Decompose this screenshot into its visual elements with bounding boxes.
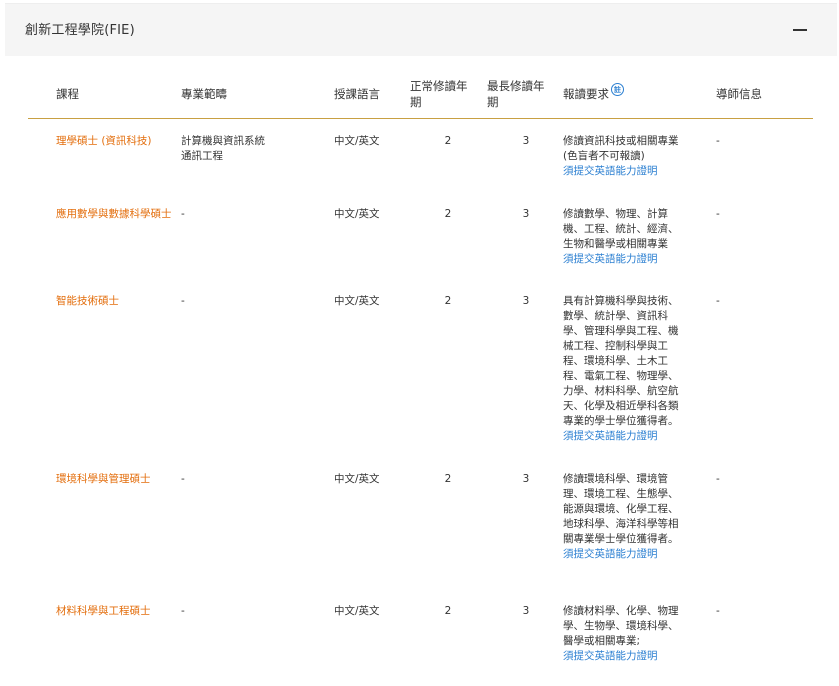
course-link[interactable]: 材料科學與工程碩士 xyxy=(56,604,181,619)
course-link[interactable]: 智能技術碩士 xyxy=(56,294,181,309)
requirements-cell: 具有計算機科學與技術、 數學、統計學、資訊科 學、管理科學與工程、機 械工程、控制科學… xyxy=(563,294,688,444)
requirements-cell: 修讀數學、物理、計算 機、工程、統計、經濟、 生物和醫學或相關專業須提交英語能力證明 xyxy=(563,207,688,267)
language-cell: 中文/英文 xyxy=(334,135,380,147)
english-proof-link[interactable]: 須提交英語能力證明 xyxy=(563,429,688,444)
scope-cell: - xyxy=(181,295,185,307)
english-proof-link[interactable]: 須提交英語能力證明 xyxy=(563,649,688,664)
normal-years-cell: 2 xyxy=(444,295,452,307)
normal-years-cell: 2 xyxy=(444,605,452,617)
requirement-text: 修讀材料學、化學、物理 學、生物學、環境科學、 醫學或相關專業; xyxy=(563,605,679,647)
note-badge-icon[interactable]: 註 xyxy=(611,83,624,96)
language-cell: 中文/英文 xyxy=(334,605,380,617)
english-proof-link[interactable]: 須提交英語能力證明 xyxy=(563,164,688,179)
language-cell: 中文/英文 xyxy=(334,208,380,220)
header-max-years: 最長修讀年期 xyxy=(487,79,545,109)
max-years-cell: 3 xyxy=(522,605,530,617)
requirement-text: 修讀數學、物理、計算 機、工程、統計、經濟、 生物和醫學或相關專業 xyxy=(563,208,679,250)
language-cell: 中文/英文 xyxy=(334,295,380,307)
header-requirements: 報讀要求註 xyxy=(563,83,624,102)
header-requirements-label: 報讀要求 xyxy=(563,87,609,101)
tutor-cell: - xyxy=(716,135,720,147)
scope-cell: - xyxy=(181,473,185,485)
header-tutor: 導師信息 xyxy=(716,87,762,101)
scope-cell: 計算機與資訊系統 通訊工程 xyxy=(181,135,265,162)
faculty-title: 創新工程學院(FIE) xyxy=(25,23,135,38)
english-proof-link[interactable]: 須提交英語能力證明 xyxy=(563,252,688,267)
normal-years-cell: 2 xyxy=(444,473,452,485)
page: 創新工程學院(FIE) 課程 專業範疇 授課語言 正常修讀年期 最長修讀年期 報… xyxy=(0,0,839,686)
header-scope: 專業範疇 xyxy=(181,87,227,101)
requirements-cell: 修讀材料學、化學、物理 學、生物學、環境科學、 醫學或相關專業; 須提交英語能力證明 xyxy=(563,604,688,664)
tutor-cell: - xyxy=(716,473,720,485)
normal-years-cell: 2 xyxy=(444,135,452,147)
max-years-cell: 3 xyxy=(522,208,530,220)
requirements-cell: 修讀環境科學、環境管 理、環境工程、生態學、 能源與環境、化學工程、 地球科學、海洋科… xyxy=(563,472,688,562)
faculty-accordion-header[interactable]: 創新工程學院(FIE) xyxy=(5,3,837,56)
english-proof-link[interactable]: 須提交英語能力證明 xyxy=(563,547,688,562)
tutor-cell: - xyxy=(716,295,720,307)
tutor-cell: - xyxy=(716,605,720,617)
header-language: 授課語言 xyxy=(334,87,380,101)
language-cell: 中文/英文 xyxy=(334,473,380,485)
course-link[interactable]: 理學碩士 (資訊科技) xyxy=(56,134,181,149)
header-normal-years: 正常修讀年期 xyxy=(410,79,468,109)
requirement-text: 修讀資訊科技或相關專業 (色盲者不可報讀) xyxy=(563,135,679,162)
collapse-minus-icon[interactable] xyxy=(793,29,807,31)
max-years-cell: 3 xyxy=(522,473,530,485)
requirement-text: 具有計算機科學與技術、 數學、統計學、資訊科 學、管理科學與工程、機 械工程、控制科學… xyxy=(563,295,679,427)
normal-years-cell: 2 xyxy=(444,208,452,220)
programs-table: 課程 專業範疇 授課語言 正常修讀年期 最長修讀年期 報讀要求註 導師信息 理學… xyxy=(28,70,813,662)
header-course: 課程 xyxy=(56,87,79,101)
max-years-cell: 3 xyxy=(522,135,530,147)
requirements-cell: 修讀資訊科技或相關專業 (色盲者不可報讀) 須提交英語能力證明 xyxy=(563,134,688,179)
max-years-cell: 3 xyxy=(522,295,530,307)
requirement-text: 修讀環境科學、環境管 理、環境工程、生態學、 能源與環境、化學工程、 地球科學、海洋科… xyxy=(563,473,679,545)
course-link[interactable]: 應用數學與數據科學碩士 xyxy=(56,207,181,222)
scope-cell: - xyxy=(181,605,185,617)
scope-cell: - xyxy=(181,208,185,220)
tutor-cell: - xyxy=(716,208,720,220)
table-header: 課程 專業範疇 授課語言 正常修讀年期 最長修讀年期 報讀要求註 導師信息 xyxy=(28,70,813,119)
course-link[interactable]: 環境科學與管理碩士 xyxy=(56,472,181,487)
